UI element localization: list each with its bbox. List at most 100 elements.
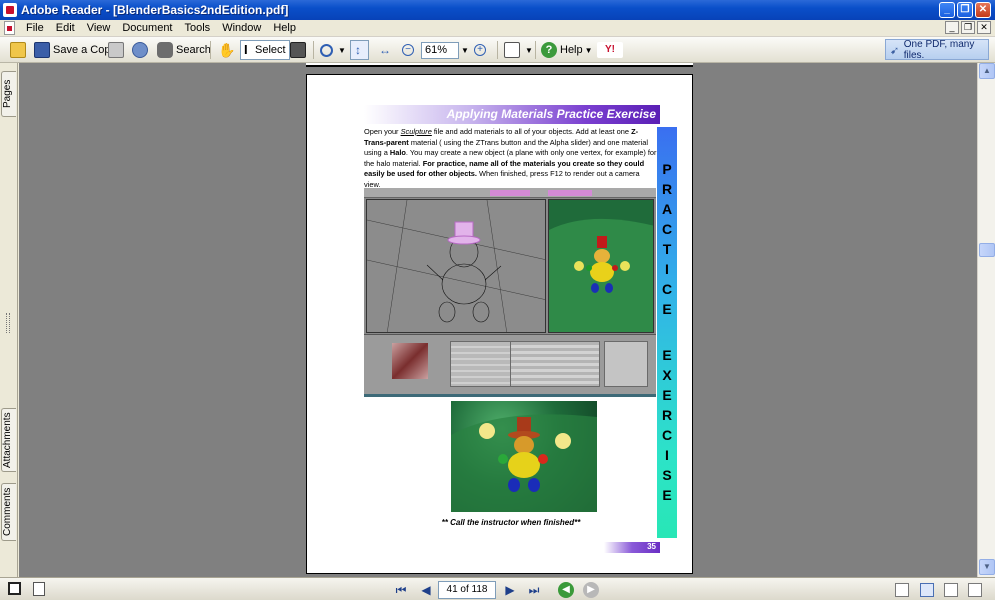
promo-banner[interactable]: ➹ One PDF, many files.: [885, 39, 989, 61]
tab-attachments[interactable]: Attachments: [1, 408, 16, 472]
rotate-view-button[interactable]: ▼: [504, 40, 533, 60]
render-figure: [451, 414, 597, 512]
fit-page-button[interactable]: ↕: [350, 40, 369, 60]
exercise-letter: C: [661, 427, 673, 443]
exercise-letter: E: [662, 387, 672, 403]
wireframe-viewport: [366, 199, 546, 333]
continuous-view-button[interactable]: [920, 583, 934, 597]
search-button[interactable]: Search: [157, 40, 211, 60]
blender-screenshot: [364, 188, 656, 397]
exercise-letter: S: [662, 467, 672, 483]
status-bar: ⏮ ◀ 41 of 118 ▶ ⏭ ◀ ▶: [0, 577, 995, 600]
zoom-dropdown[interactable]: 61% ▼: [421, 40, 469, 60]
blender-menubar: [364, 188, 656, 198]
select-label: Select: [255, 44, 286, 56]
snapshot-button[interactable]: [290, 40, 309, 60]
go-back-button[interactable]: ◀: [558, 582, 574, 598]
first-page-button[interactable]: ⏮: [393, 582, 409, 598]
facing-view-button[interactable]: [944, 583, 958, 597]
doc-minimize-button[interactable]: _: [945, 21, 959, 34]
continuous-facing-view-button[interactable]: [968, 583, 982, 597]
search-label: Search: [176, 44, 211, 56]
scroll-up-button[interactable]: ▲: [979, 63, 995, 79]
hand-tool-button[interactable]: ✋: [218, 40, 237, 60]
last-page-button[interactable]: ⏭: [526, 582, 542, 598]
toolbar-separator: [210, 41, 211, 59]
email-icon: [132, 42, 148, 58]
pane-toggle-icon[interactable]: [8, 582, 21, 595]
document-view[interactable]: Applying Materials Practice Exercise Ope…: [19, 63, 977, 577]
tab-comments[interactable]: Comments: [1, 483, 16, 541]
exercise-letter: R: [661, 407, 673, 423]
chevron-down-icon: ▼: [338, 45, 346, 55]
save-copy-button[interactable]: Save a Copy: [34, 40, 116, 60]
minus-circle-icon: −: [402, 44, 414, 56]
maximize-button[interactable]: ❐: [957, 2, 973, 18]
page-heading: Applying Materials Practice Exercise: [446, 107, 656, 121]
doc-restore-button[interactable]: ❐: [961, 21, 975, 34]
yahoo-toolbar-button[interactable]: Y!: [597, 40, 626, 60]
close-button[interactable]: ✕: [975, 2, 991, 18]
page-number-badge: 35: [604, 542, 660, 553]
body-text-1: Open your: [364, 127, 401, 136]
single-page-view-button[interactable]: [895, 583, 909, 597]
pdf-page: Applying Materials Practice Exercise Ope…: [306, 74, 693, 574]
tab-pages[interactable]: Pages: [1, 71, 16, 117]
arrow-icon: ➹: [890, 44, 900, 57]
zoom-in-button[interactable]: +: [474, 40, 489, 60]
menu-tools[interactable]: Tools: [179, 22, 217, 34]
hand-icon: ✋: [218, 42, 236, 58]
scroll-down-button[interactable]: ▼: [979, 559, 995, 575]
page-number: 35: [647, 542, 656, 551]
binoculars-icon: [157, 42, 173, 58]
chevron-down-icon: ▼: [461, 45, 469, 55]
final-render-image: [451, 401, 597, 512]
fit-width-icon: ↔: [379, 43, 391, 57]
menu-file[interactable]: File: [20, 22, 50, 34]
render-viewport: [548, 199, 654, 333]
previous-page-button[interactable]: ◀: [418, 582, 434, 598]
print-button[interactable]: [108, 40, 127, 60]
menu-help[interactable]: Help: [267, 22, 302, 34]
scroll-thumb[interactable]: [979, 243, 995, 257]
chevron-down-icon: ▼: [584, 45, 593, 55]
fit-height-icon: ↕: [355, 43, 361, 57]
zoom-out-button[interactable]: −: [402, 40, 417, 60]
zoom-input[interactable]: 61%: [421, 41, 459, 59]
printer-icon: [108, 42, 124, 58]
page-number-input[interactable]: 41 of 118: [438, 581, 496, 599]
pane-resize-handle[interactable]: [6, 313, 10, 333]
floppy-disk-icon: [34, 42, 50, 58]
caption: ** Call the instructor when finished**: [441, 518, 581, 527]
minimize-button[interactable]: _: [939, 2, 955, 18]
blender-highlight: [548, 190, 592, 196]
exercise-letter: X: [662, 367, 672, 383]
menu-window[interactable]: Window: [216, 22, 267, 34]
menu-edit[interactable]: Edit: [50, 22, 81, 34]
practice-letter: R: [661, 181, 673, 197]
email-button[interactable]: [132, 40, 151, 60]
blender-highlight: [490, 190, 530, 196]
shaders-panel: [510, 341, 600, 387]
texture-panel: [604, 341, 648, 387]
vertical-scrollbar[interactable]: ▲ ▼: [977, 63, 995, 577]
document-icon: [4, 21, 15, 35]
document-properties-icon[interactable]: [33, 582, 45, 596]
toolbar: Save a Copy Search ✋ I Select ▼ ↕ ↔ − 61…: [0, 37, 995, 63]
zoom-in-tool-button[interactable]: ▼: [320, 40, 346, 60]
body-paragraph: Open your Sculpture file and add materia…: [364, 127, 658, 191]
menu-view[interactable]: View: [81, 22, 117, 34]
menu-document[interactable]: Document: [116, 22, 178, 34]
select-tool-button[interactable]: I Select: [240, 40, 290, 60]
body-text-sculpture: Sculpture: [400, 127, 432, 136]
adobe-reader-icon: [3, 3, 17, 17]
open-button[interactable]: [10, 40, 29, 60]
doc-close-button[interactable]: ✕: [977, 21, 991, 34]
go-forward-button[interactable]: ▶: [583, 582, 599, 598]
fit-width-button[interactable]: ↔: [377, 40, 396, 60]
practice-letter: I: [665, 261, 669, 277]
practice-letter: A: [661, 201, 673, 217]
wireframe-figure: [367, 200, 545, 332]
help-button[interactable]: ? Help ▼: [541, 40, 593, 60]
next-page-button[interactable]: ▶: [502, 582, 518, 598]
